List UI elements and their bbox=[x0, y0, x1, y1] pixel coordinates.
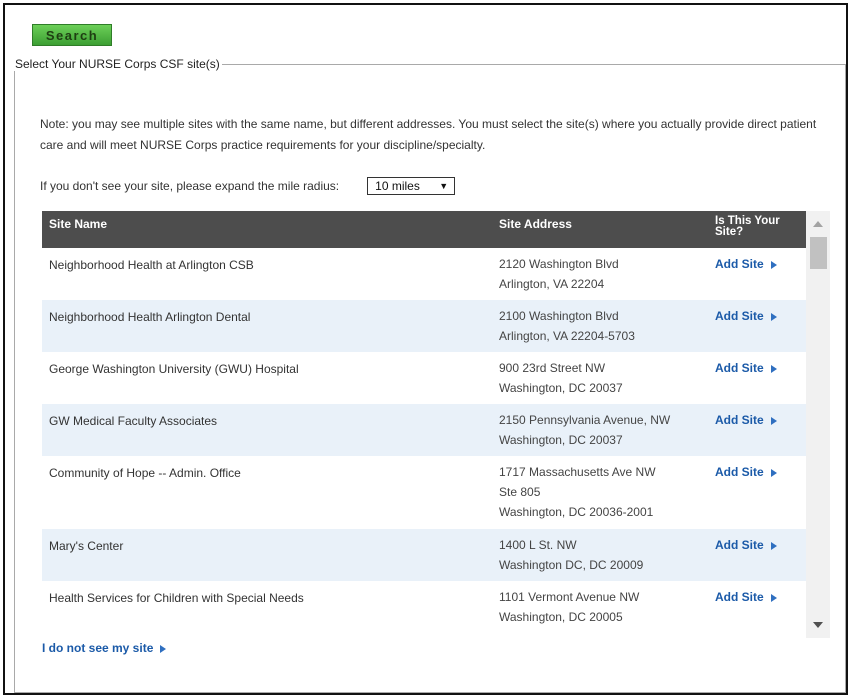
table-row: Community of Hope -- Admin. Office 1717 M… bbox=[42, 456, 806, 529]
table-body: Neighborhood Health at Arlington CSB 2120… bbox=[42, 248, 806, 633]
table-row: Health Services for Children with Specia… bbox=[42, 581, 806, 633]
triangle-right-icon bbox=[770, 312, 777, 321]
add-site-label: Add Site bbox=[715, 465, 764, 479]
site-address-line: Washington, DC 20005 bbox=[499, 610, 623, 624]
header-site-name: Site Name bbox=[49, 217, 108, 231]
site-address-line: 1400 L St. NW bbox=[499, 538, 577, 552]
site-address-line: 1717 Massachusetts Ave NW bbox=[499, 465, 656, 479]
site-address-cell: 2150 Pennsylvania Avenue, NW Washington, … bbox=[499, 410, 670, 450]
add-site-button[interactable]: Add Site bbox=[715, 306, 777, 326]
table-header: Site Name Site Address Is This Your Site… bbox=[42, 211, 806, 248]
table-scrollbar[interactable] bbox=[806, 211, 830, 638]
mile-radius-select[interactable]: 10 miles ▼ bbox=[367, 177, 456, 195]
triangle-right-icon bbox=[770, 260, 777, 269]
site-name-cell: Health Services for Children with Specia… bbox=[49, 591, 304, 605]
scroll-up-icon[interactable] bbox=[813, 221, 823, 227]
sites-table: Site Name Site Address Is This Your Site… bbox=[42, 211, 806, 638]
site-address-line: Washington, DC 20037 bbox=[499, 433, 623, 447]
site-address-line: 900 23rd Street NW bbox=[499, 361, 606, 375]
site-address-cell: 900 23rd Street NW Washington, DC 20037 bbox=[499, 358, 623, 398]
scroll-thumb[interactable] bbox=[810, 237, 827, 269]
mile-radius-value: 10 miles bbox=[375, 179, 420, 193]
site-address-cell: 2120 Washington Blvd Arlington, VA 22204 bbox=[499, 254, 619, 294]
add-site-label: Add Site bbox=[715, 361, 764, 375]
table-row: GW Medical Faculty Associates 2150 Pennsy… bbox=[42, 404, 806, 456]
site-address-cell: 1717 Massachusetts Ave NW Ste 805 Washingt… bbox=[499, 462, 656, 522]
site-address-line: Ste 805 bbox=[499, 485, 541, 499]
triangle-right-icon bbox=[770, 541, 777, 550]
site-address-line: 2120 Washington Blvd bbox=[499, 257, 619, 271]
site-address-cell: 1101 Vermont Avenue NW Washington, DC 200… bbox=[499, 587, 639, 627]
mile-radius-label: If you don't see your site, please expan… bbox=[40, 179, 340, 193]
site-name-cell: Community of Hope -- Admin. Office bbox=[49, 466, 241, 480]
add-site-button[interactable]: Add Site bbox=[715, 254, 777, 274]
add-site-button[interactable]: Add Site bbox=[715, 587, 777, 607]
not-see-my-site-label: I do not see my site bbox=[42, 641, 154, 655]
site-address-line: 2150 Pennsylvania Avenue, NW bbox=[499, 413, 671, 427]
scroll-down-icon[interactable] bbox=[813, 622, 823, 628]
chevron-down-icon: ▼ bbox=[439, 181, 449, 191]
add-site-button[interactable]: Add Site bbox=[715, 410, 777, 430]
site-name-cell: Mary's Center bbox=[49, 539, 124, 553]
site-address-line: Arlington, VA 22204 bbox=[499, 277, 605, 291]
site-address-cell: 1400 L St. NW Washington DC, DC 20009 bbox=[499, 535, 643, 575]
search-button[interactable]: Search bbox=[32, 24, 112, 46]
site-address-cell: 2100 Washington Blvd Arlington, VA 22204-… bbox=[499, 306, 635, 346]
table-row: George Washington University (GWU) Hospi… bbox=[42, 352, 806, 404]
triangle-right-icon bbox=[770, 416, 777, 425]
mile-radius-row: If you don't see your site, please expan… bbox=[40, 177, 456, 195]
fieldset-legend: Select Your NURSE Corps CSF site(s) bbox=[15, 57, 220, 71]
add-site-button[interactable]: Add Site bbox=[715, 535, 777, 555]
site-name-cell: Neighborhood Health Arlington Dental bbox=[49, 310, 251, 324]
site-name-cell: George Washington University (GWU) Hospi… bbox=[49, 362, 299, 376]
site-address-line: Washington, DC 20036-2001 bbox=[499, 505, 654, 519]
header-is-this-your-site: Is This Your Site? bbox=[715, 215, 780, 238]
table-row: Neighborhood Health Arlington Dental 2100… bbox=[42, 300, 806, 352]
triangle-right-icon bbox=[770, 468, 777, 477]
table-row: Mary's Center 1400 L St. NW Washington DC,… bbox=[42, 529, 806, 581]
header-site-address: Site Address bbox=[499, 217, 572, 231]
not-see-my-site-link[interactable]: I do not see my site bbox=[42, 641, 167, 655]
site-name-cell: GW Medical Faculty Associates bbox=[49, 414, 218, 428]
note-text: Note: you may see multiple sites with th… bbox=[40, 117, 817, 152]
triangle-right-icon bbox=[160, 644, 167, 653]
table-row: Neighborhood Health at Arlington CSB 2120… bbox=[42, 248, 806, 300]
add-site-label: Add Site bbox=[715, 309, 764, 323]
site-address-line: Washington DC, DC 20009 bbox=[499, 558, 644, 572]
site-address-line: 2100 Washington Blvd bbox=[499, 309, 619, 323]
add-site-label: Add Site bbox=[715, 413, 764, 427]
site-address-line: Washington, DC 20037 bbox=[499, 381, 623, 395]
add-site-label: Add Site bbox=[715, 590, 764, 604]
add-site-label: Add Site bbox=[715, 257, 764, 271]
add-site-button[interactable]: Add Site bbox=[715, 358, 777, 378]
add-site-label: Add Site bbox=[715, 538, 764, 552]
triangle-right-icon bbox=[770, 593, 777, 602]
triangle-right-icon bbox=[770, 364, 777, 373]
site-address-line: Arlington, VA 22204-5703 bbox=[499, 329, 635, 343]
site-address-line: 1101 Vermont Avenue NW bbox=[499, 590, 640, 604]
site-name-cell: Neighborhood Health at Arlington CSB bbox=[49, 258, 254, 272]
add-site-button[interactable]: Add Site bbox=[715, 462, 777, 482]
